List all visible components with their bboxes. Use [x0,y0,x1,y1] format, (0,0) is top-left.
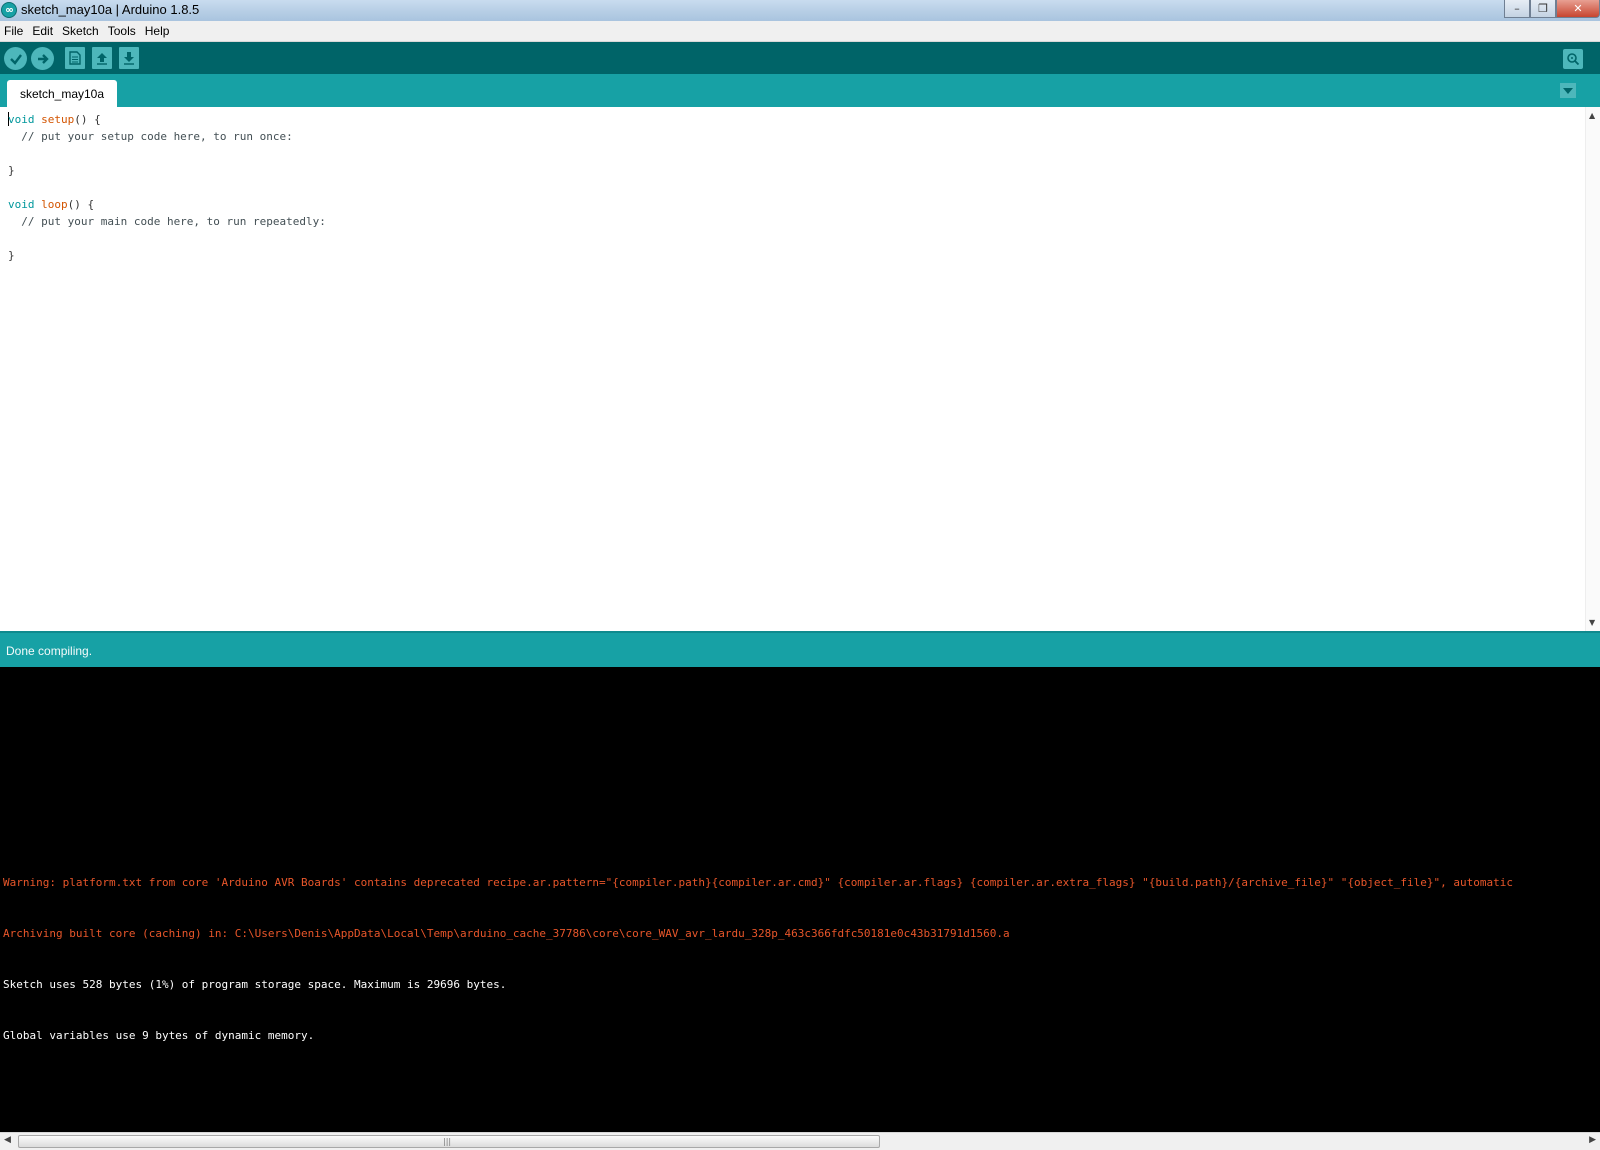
code-area[interactable]: void setup() { // put your setup code he… [8,111,326,264]
output-console[interactable]: Warning: platform.txt from core 'Arduino… [0,667,1600,1132]
scroll-down-icon[interactable]: ▼ [1589,618,1595,627]
tab-menu-button[interactable] [1560,83,1576,98]
code-text: () { [74,113,101,126]
console-horizontal-scrollbar[interactable]: ◀ ||| ▶ [0,1132,1600,1150]
title-bar: oo sketch_may10a | Arduino 1.8.5 – ❐ ✕ [0,0,1600,21]
arduino-logo-icon: oo [1,2,17,18]
open-icon [97,53,107,65]
scroll-left-icon[interactable]: ◀ [4,1135,11,1145]
console-line-warning: Warning: platform.txt from core 'Arduino… [3,876,1513,889]
upload-button[interactable] [31,47,54,70]
save-button[interactable] [119,47,139,69]
menu-edit[interactable]: Edit [32,24,53,38]
tab-bar: sketch_may10a [0,74,1600,107]
scrollbar-grip-icon: ||| [443,1137,452,1146]
window-title: sketch_may10a | Arduino 1.8.5 [21,2,200,17]
console-line-info: Global variables use 9 bytes of dynamic … [3,1029,315,1042]
code-function: loop [41,198,68,211]
save-icon [124,52,134,65]
scroll-up-icon[interactable]: ▲ [1589,111,1595,120]
console-line-warning: Archiving built core (caching) in: C:\Us… [3,927,1010,940]
chevron-down-icon [1563,87,1573,94]
code-line: ​ [8,179,326,196]
new-button[interactable] [65,47,85,69]
scroll-right-icon[interactable]: ▶ [1589,1135,1596,1145]
code-text: () { [67,198,95,211]
arduino-logo-text: oo [5,6,14,14]
code-line: ​ [8,145,326,162]
editor-vertical-scrollbar[interactable]: ▲ ▼ [1585,107,1600,631]
serial-monitor-button[interactable] [1563,49,1583,69]
code-line: } [8,164,15,177]
menu-help[interactable]: Help [145,24,170,38]
new-icon [69,51,81,65]
menu-tools[interactable]: Tools [108,24,136,38]
serial-monitor-icon [1567,53,1580,66]
verify-button[interactable] [4,47,27,70]
console-lines: Warning: platform.txt from core 'Arduino… [3,840,1513,1078]
tab-sketch[interactable]: sketch_may10a [7,80,117,107]
code-line: void loop() { [8,196,326,213]
menu-file[interactable]: File [4,24,23,38]
status-message: Done compiling. [6,644,93,658]
code-keyword: void [8,198,35,211]
scrollbar-thumb[interactable]: ||| [18,1135,880,1148]
code-line: // put your setup code here, to run once… [8,130,293,143]
verify-icon [9,53,22,65]
console-line-info: Sketch uses 528 bytes (1%) of program st… [3,978,507,991]
window-controls: – ❐ ✕ [1504,0,1600,19]
status-bar: Done compiling. [0,631,1600,667]
maximize-button[interactable]: ❐ [1530,0,1556,18]
toolbar [0,42,1600,74]
code-keyword: void [8,113,35,126]
upload-icon [37,53,49,64]
menu-bar: File Edit Sketch Tools Help [0,21,1600,42]
code-line: void setup() { [8,111,326,128]
menu-sketch[interactable]: Sketch [62,24,99,38]
code-line: // put your main code here, to run repea… [8,215,326,228]
open-button[interactable] [92,47,112,69]
close-button[interactable]: ✕ [1556,0,1600,18]
code-line: } [8,249,15,262]
code-function: setup [41,113,75,126]
code-line: ​ [8,230,326,247]
minimize-button[interactable]: – [1504,0,1530,18]
code-editor[interactable]: void setup() { // put your setup code he… [0,107,1585,631]
